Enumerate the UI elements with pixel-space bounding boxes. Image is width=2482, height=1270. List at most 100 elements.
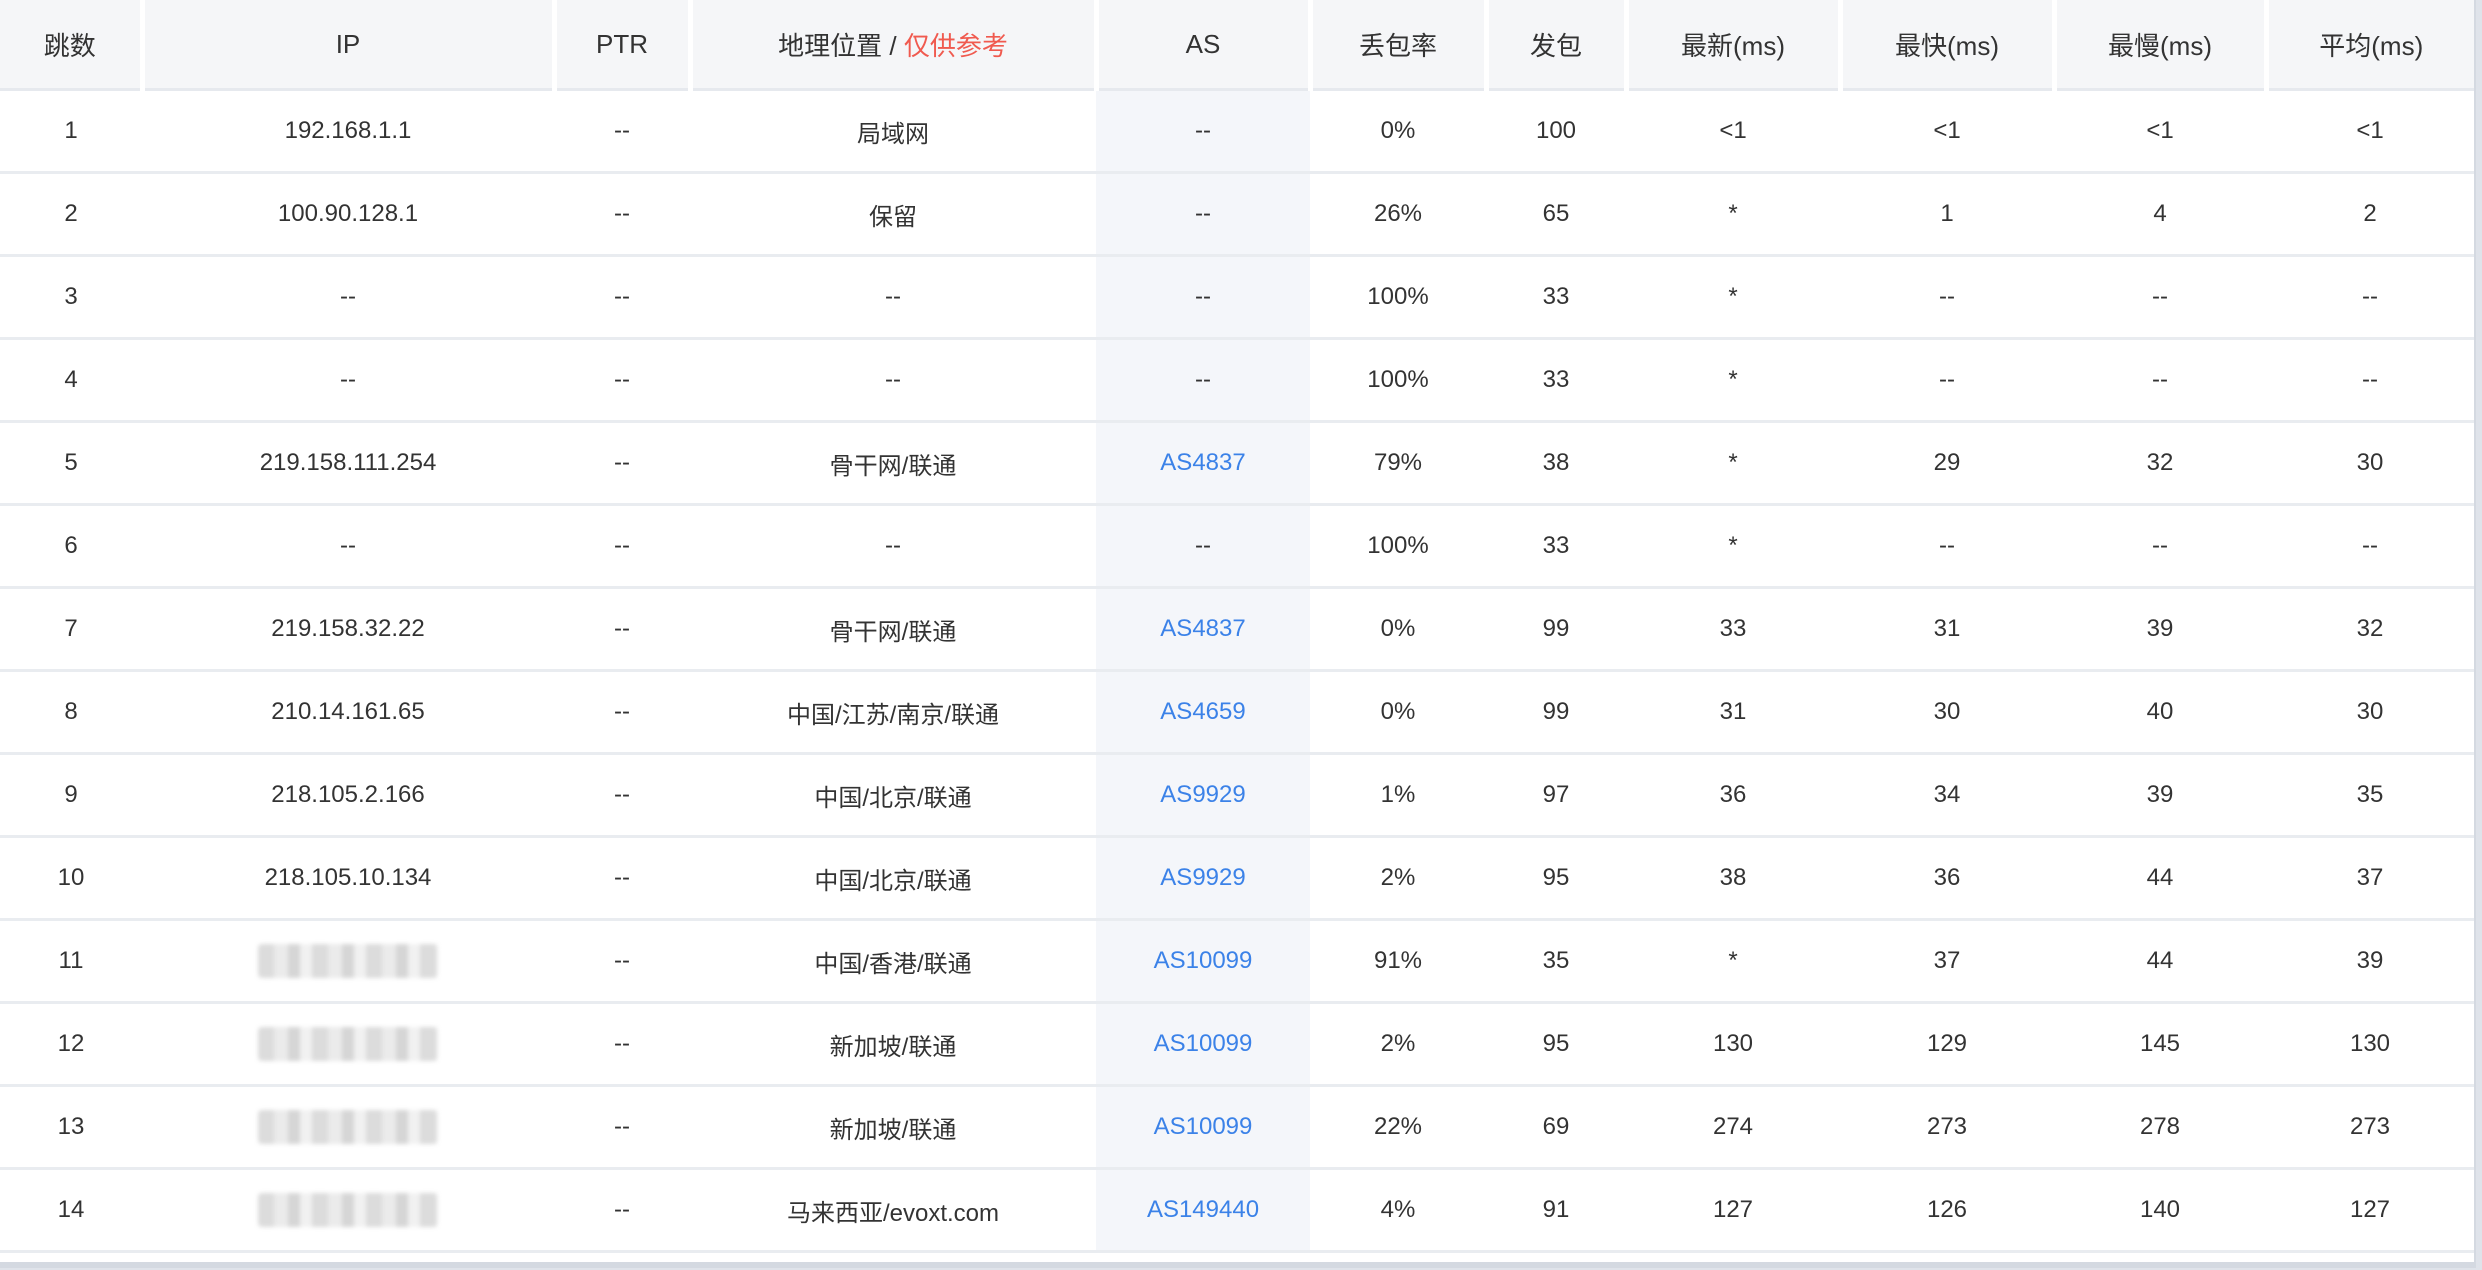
- cell-geo: --: [690, 338, 1096, 423]
- cell-sent: 95: [1486, 1002, 1626, 1087]
- redacted-ip: [258, 1193, 438, 1227]
- cell-hop: 1: [0, 89, 142, 174]
- as-link[interactable]: AS10099: [1154, 947, 1253, 974]
- cell-ptr: --: [554, 1002, 690, 1087]
- cell-ptr: --: [554, 255, 690, 340]
- cell-sent: 35: [1486, 919, 1626, 1004]
- cell-ip: 218.105.2.166: [142, 753, 554, 838]
- header-row: 跳数 IP PTR 地理位置 / 仅供参考 AS 丢包率 发包 最新(ms) 最…: [0, 0, 2474, 91]
- header-last: 最新(ms): [1623, 0, 1840, 91]
- cell-avg: --: [2266, 255, 2474, 340]
- cell-worst: 44: [2054, 919, 2266, 1004]
- cell-avg: 30: [2266, 421, 2474, 506]
- header-best: 最快(ms): [1837, 0, 2054, 91]
- cell-best: 29: [1840, 421, 2054, 506]
- redacted-ip: [258, 1110, 438, 1144]
- cell-as: --: [1096, 172, 1310, 257]
- traceroute-table: 跳数 IP PTR 地理位置 / 仅供参考 AS 丢包率 发包 最新(ms) 最…: [0, 0, 2474, 1253]
- header-as: AS: [1093, 0, 1310, 91]
- cell-sent: 38: [1486, 421, 1626, 506]
- cell-sent: 91: [1486, 1168, 1626, 1253]
- cell-last: 38: [1626, 836, 1840, 921]
- cell-ip: --: [142, 338, 554, 423]
- table-row: 6 -- -- -- -- 100% 33 * -- -- --: [0, 504, 2474, 589]
- cell-loss: 1%: [1310, 753, 1486, 838]
- cell-ptr: --: [554, 836, 690, 921]
- cell-ip: 219.158.111.254: [142, 421, 554, 506]
- cell-sent: 69: [1486, 1085, 1626, 1170]
- cell-ip: 210.14.161.65: [142, 670, 554, 755]
- cell-worst: 4: [2054, 172, 2266, 257]
- as-link[interactable]: AS9929: [1160, 864, 1245, 891]
- cell-hop: 5: [0, 421, 142, 506]
- as-link[interactable]: AS4659: [1160, 698, 1245, 725]
- as-link[interactable]: AS4837: [1160, 449, 1245, 476]
- cell-as: --: [1096, 338, 1310, 423]
- table-row: 11 -- 中国/香港/联通 AS10099 91% 35 * 37 44 39: [0, 919, 2474, 1004]
- cell-best: --: [1840, 255, 2054, 340]
- cell-loss: 0%: [1310, 89, 1486, 174]
- cell-worst: 278: [2054, 1085, 2266, 1170]
- cell-loss: 100%: [1310, 338, 1486, 423]
- cell-ip: [142, 919, 554, 1004]
- cell-ptr: --: [554, 919, 690, 1004]
- cell-geo: 中国/北京/联通: [690, 836, 1096, 921]
- header-loss: 丢包率: [1307, 0, 1486, 91]
- cell-hop: 14: [0, 1168, 142, 1253]
- cell-hop: 3: [0, 255, 142, 340]
- cell-loss: 4%: [1310, 1168, 1486, 1253]
- cell-avg: 37: [2266, 836, 2474, 921]
- cell-sent: 95: [1486, 836, 1626, 921]
- cell-geo: 中国/江苏/南京/联通: [690, 670, 1096, 755]
- cell-last: 127: [1626, 1168, 1840, 1253]
- cell-last: 130: [1626, 1002, 1840, 1087]
- cell-ptr: --: [554, 1168, 690, 1253]
- cell-geo: 新加坡/联通: [690, 1002, 1096, 1087]
- table-row: 1 192.168.1.1 -- 局域网 -- 0% 100 <1 <1 <1 <1: [0, 89, 2474, 174]
- cell-ptr: --: [554, 172, 690, 257]
- cell-worst: 145: [2054, 1002, 2266, 1087]
- cell-geo: --: [690, 255, 1096, 340]
- cell-loss: 26%: [1310, 172, 1486, 257]
- cell-geo: 中国/北京/联通: [690, 753, 1096, 838]
- cell-ip: [142, 1002, 554, 1087]
- header-sent: 发包: [1483, 0, 1626, 91]
- cell-ptr: --: [554, 421, 690, 506]
- cell-loss: 2%: [1310, 1002, 1486, 1087]
- cell-ptr: --: [554, 504, 690, 589]
- as-link[interactable]: AS10099: [1154, 1030, 1253, 1057]
- cell-as: --: [1096, 504, 1310, 589]
- cell-avg: 273: [2266, 1085, 2474, 1170]
- cell-best: 1: [1840, 172, 2054, 257]
- cell-last: *: [1626, 421, 1840, 506]
- cell-best: --: [1840, 504, 2054, 589]
- as-link[interactable]: AS9929: [1160, 781, 1245, 808]
- cell-ip: [142, 1085, 554, 1170]
- cell-ip: 219.158.32.22: [142, 587, 554, 672]
- cell-geo: 中国/香港/联通: [690, 919, 1096, 1004]
- as-link[interactable]: AS10099: [1154, 1113, 1253, 1140]
- cell-worst: 140: [2054, 1168, 2266, 1253]
- cell-geo: 马来西亚/evoxt.com: [690, 1168, 1096, 1253]
- cell-avg: 39: [2266, 919, 2474, 1004]
- cell-loss: 91%: [1310, 919, 1486, 1004]
- cell-avg: --: [2266, 338, 2474, 423]
- cell-ptr: --: [554, 670, 690, 755]
- table-row: 10 218.105.10.134 -- 中国/北京/联通 AS9929 2% 95 38 36…: [0, 836, 2474, 921]
- cell-last: *: [1626, 919, 1840, 1004]
- cell-loss: 0%: [1310, 670, 1486, 755]
- as-link[interactable]: AS149440: [1147, 1196, 1259, 1223]
- cell-last: *: [1626, 255, 1840, 340]
- cell-hop: 11: [0, 919, 142, 1004]
- cell-worst: 32: [2054, 421, 2266, 506]
- traceroute-panel: 跳数 IP PTR 地理位置 / 仅供参考 AS 丢包率 发包 最新(ms) 最…: [0, 0, 2476, 1268]
- cell-as: AS4659: [1096, 670, 1310, 755]
- cell-best: <1: [1840, 89, 2054, 174]
- cell-ip: 192.168.1.1: [142, 89, 554, 174]
- as-link[interactable]: AS4837: [1160, 615, 1245, 642]
- cell-ptr: --: [554, 338, 690, 423]
- cell-last: 274: [1626, 1085, 1840, 1170]
- cell-loss: 79%: [1310, 421, 1486, 506]
- cell-sent: 99: [1486, 670, 1626, 755]
- cell-as: --: [1096, 255, 1310, 340]
